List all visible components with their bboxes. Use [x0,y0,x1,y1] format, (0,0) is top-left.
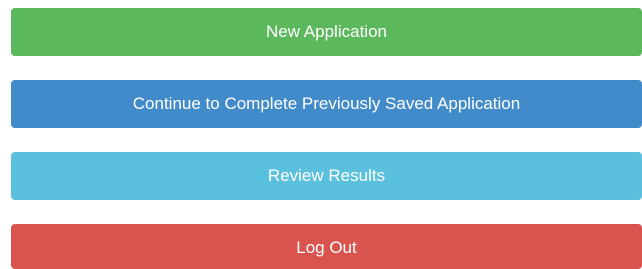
review-results-button[interactable]: Review Results [11,152,642,200]
new-application-button[interactable]: New Application [11,8,642,56]
button-stack: New Application Continue to Complete Pre… [0,0,642,269]
log-out-button[interactable]: Log Out [11,224,642,269]
continue-saved-application-button[interactable]: Continue to Complete Previously Saved Ap… [11,80,642,128]
